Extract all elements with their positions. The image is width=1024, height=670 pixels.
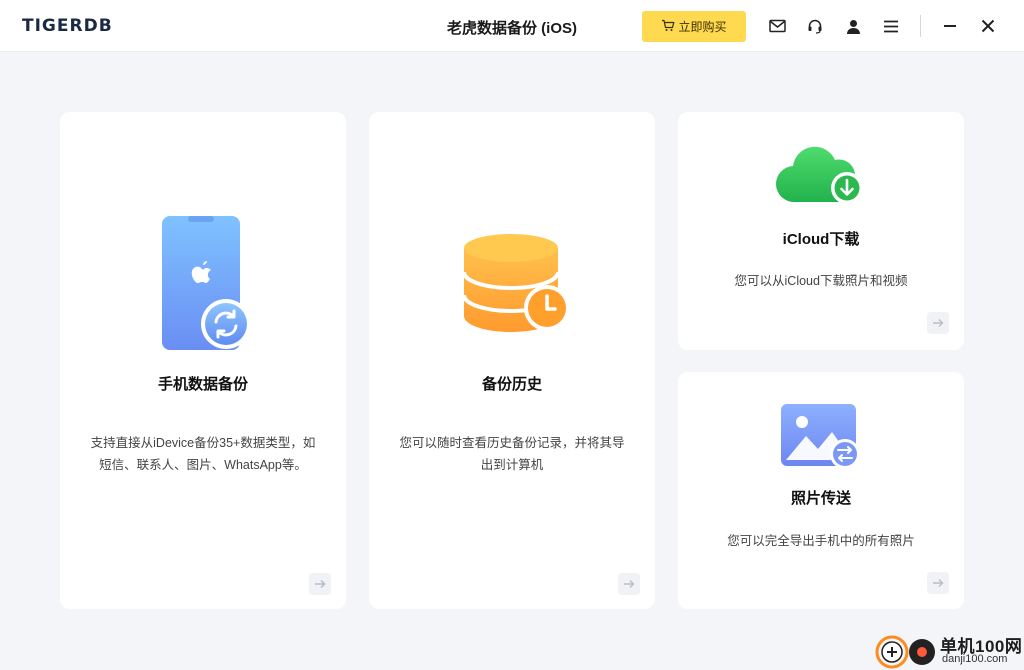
- card-description: 您可以随时查看历史备份记录，并将其导 出到计算机: [383, 432, 641, 476]
- card-phone-backup[interactable]: 手机数据备份 支持直接从iDevice备份35+数据类型，如 短信、联系人、图片…: [60, 112, 346, 609]
- cloud-download-icon: [775, 144, 867, 211]
- arrow-right-icon: [933, 319, 944, 327]
- minimize-icon[interactable]: [940, 16, 960, 36]
- card-description-line: 支持直接从iDevice备份35+数据类型，如: [90, 436, 316, 450]
- user-icon[interactable]: [843, 16, 863, 36]
- card-description-line: 您可以随时查看历史备份记录，并将其导: [399, 436, 625, 450]
- arrow-right-icon: [933, 579, 944, 587]
- app-title: 老虎数据备份 (iOS): [447, 20, 577, 37]
- arrow-right-icon: [624, 580, 635, 588]
- cart-icon: [661, 19, 675, 35]
- card-description: 您可以完全导出手机中的所有照片: [727, 534, 915, 548]
- buy-now-button[interactable]: 立即购买: [642, 11, 746, 42]
- mail-icon[interactable]: [767, 16, 787, 36]
- card-icloud-download[interactable]: iCloud下载 您可以从iCloud下载照片和视频: [678, 112, 964, 350]
- phone-sync-icon: [160, 214, 256, 357]
- arrow-right-button[interactable]: [927, 572, 949, 594]
- close-icon[interactable]: [978, 16, 998, 36]
- card-backup-history[interactable]: 备份历史 您可以随时查看历史备份记录，并将其导 出到计算机: [369, 112, 655, 609]
- card-description-line: 出到计算机: [480, 458, 544, 472]
- card-description-line: 短信、联系人、图片、WhatsApp等。: [99, 458, 307, 472]
- watermark-domain: danji100.com: [942, 653, 1008, 665]
- card-title: 照片传送: [790, 490, 851, 507]
- database-clock-icon: [461, 232, 573, 341]
- arrow-right-button[interactable]: [618, 573, 640, 595]
- photo-transfer-icon: [780, 402, 864, 475]
- headset-icon[interactable]: [805, 16, 825, 36]
- arrow-right-button[interactable]: [309, 573, 331, 595]
- app-logo: TIGERDB: [22, 16, 113, 36]
- toolbar-divider: [920, 15, 921, 37]
- arrow-right-icon: [315, 580, 326, 588]
- arrow-right-button[interactable]: [927, 312, 949, 334]
- card-description: 您可以从iCloud下载照片和视频: [734, 274, 908, 288]
- watermark: 单机100网 danji100.com: [874, 630, 1024, 670]
- card-title: 手机数据备份: [157, 376, 248, 393]
- card-title: iCloud下载: [782, 231, 860, 248]
- card-photo-transfer[interactable]: 照片传送 您可以完全导出手机中的所有照片: [678, 372, 964, 609]
- card-description: 支持直接从iDevice备份35+数据类型，如 短信、联系人、图片、WhatsA…: [74, 432, 332, 476]
- menu-icon[interactable]: [881, 16, 901, 36]
- watermark-logo: [875, 635, 935, 669]
- buy-now-label: 立即购买: [678, 20, 727, 34]
- card-title: 备份历史: [481, 376, 542, 393]
- title-bar: TIGERDB 老虎数据备份 (iOS) 立即购买: [0, 0, 1024, 52]
